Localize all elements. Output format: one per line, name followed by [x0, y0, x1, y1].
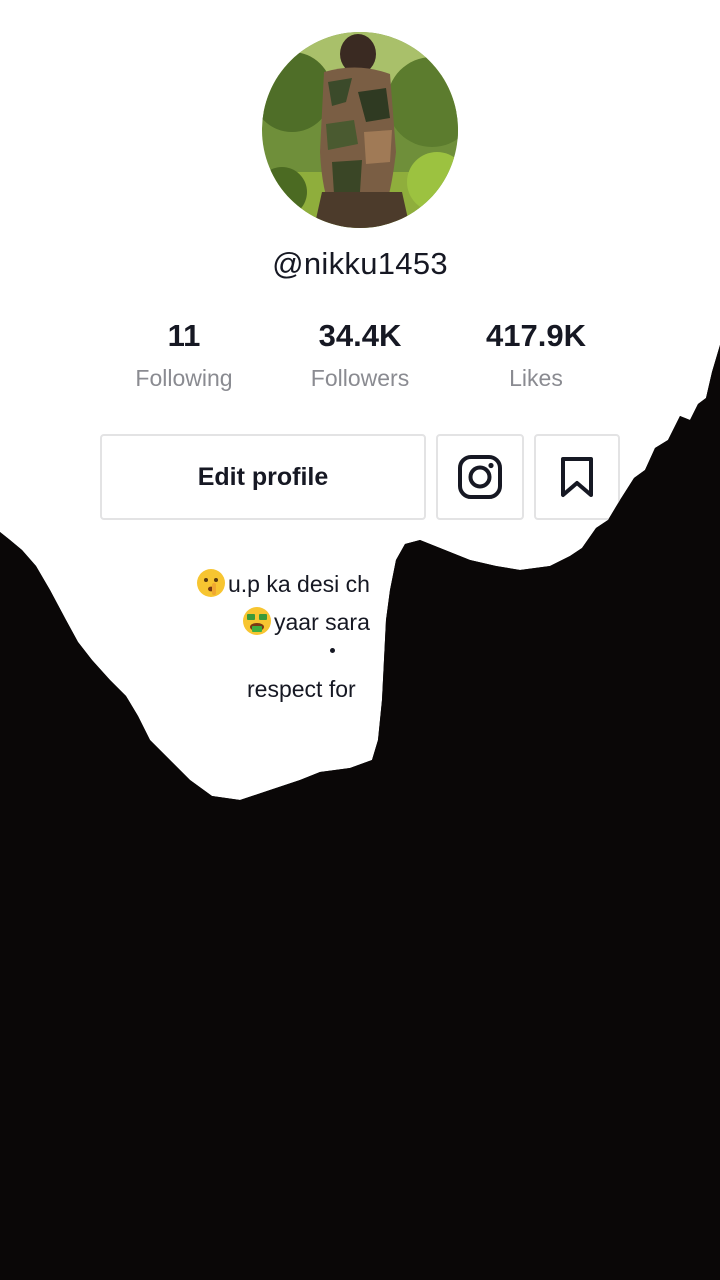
bio-text-2: yaar sara [274, 609, 370, 635]
bio-text-1: u.p ka desi ch [228, 571, 370, 597]
bookmark-icon [561, 457, 593, 497]
bio-dot [330, 648, 335, 653]
stat-likes[interactable]: 417.9K Likes [446, 318, 626, 392]
shushing-face-icon [197, 569, 225, 597]
avatar[interactable] [262, 32, 458, 228]
profile-photo-icon [262, 32, 458, 228]
following-label: Following [135, 365, 233, 391]
following-count: 11 [167, 318, 201, 353]
followers-label: Followers [310, 365, 410, 391]
money-mouth-face-icon [243, 607, 271, 635]
bio-line-3: respect for [247, 676, 356, 702]
instagram-button[interactable] [436, 434, 524, 520]
stat-following[interactable]: 11 Following [94, 318, 274, 392]
bio-line-2: yaar sara [242, 606, 370, 636]
likes-label: Likes [509, 365, 563, 391]
favorites-button[interactable] [534, 434, 620, 520]
followers-count: 34.4K [318, 318, 402, 353]
edit-profile-button[interactable]: Edit profile [100, 434, 426, 520]
bio-line-1: u.p ka desi ch [196, 568, 370, 598]
stat-followers[interactable]: 34.4K Followers [270, 318, 450, 392]
profile-screen: @nikku1453 11 Following 34.4K Followers … [0, 0, 720, 1280]
likes-count: 417.9K [486, 318, 586, 353]
instagram-icon [458, 455, 502, 499]
username: @nikku1453 [272, 246, 448, 281]
